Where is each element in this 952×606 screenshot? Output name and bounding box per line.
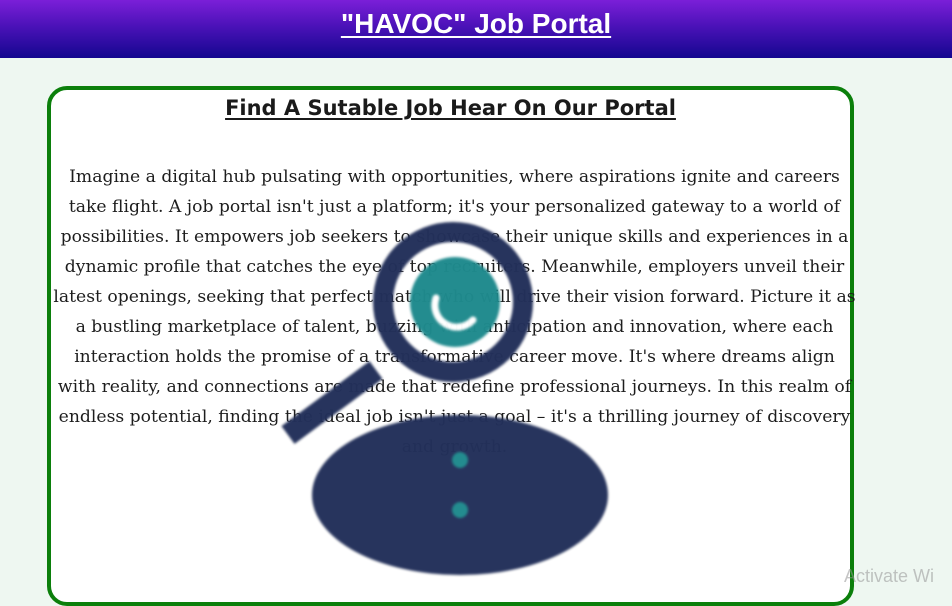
card-description: Imagine a digital hub pulsating with opp… [53, 167, 856, 457]
card-heading: Find A Sutable Job Hear On Our Portal [225, 96, 676, 120]
os-activation-watermark: Activate Wi [844, 566, 935, 586]
site-header: "HAVOC" Job Portal [0, 0, 952, 58]
site-title-link[interactable]: "HAVOC" Job Portal [341, 8, 611, 58]
intro-card: Find A Sutable Job Hear On Our Portal Im… [47, 86, 856, 606]
